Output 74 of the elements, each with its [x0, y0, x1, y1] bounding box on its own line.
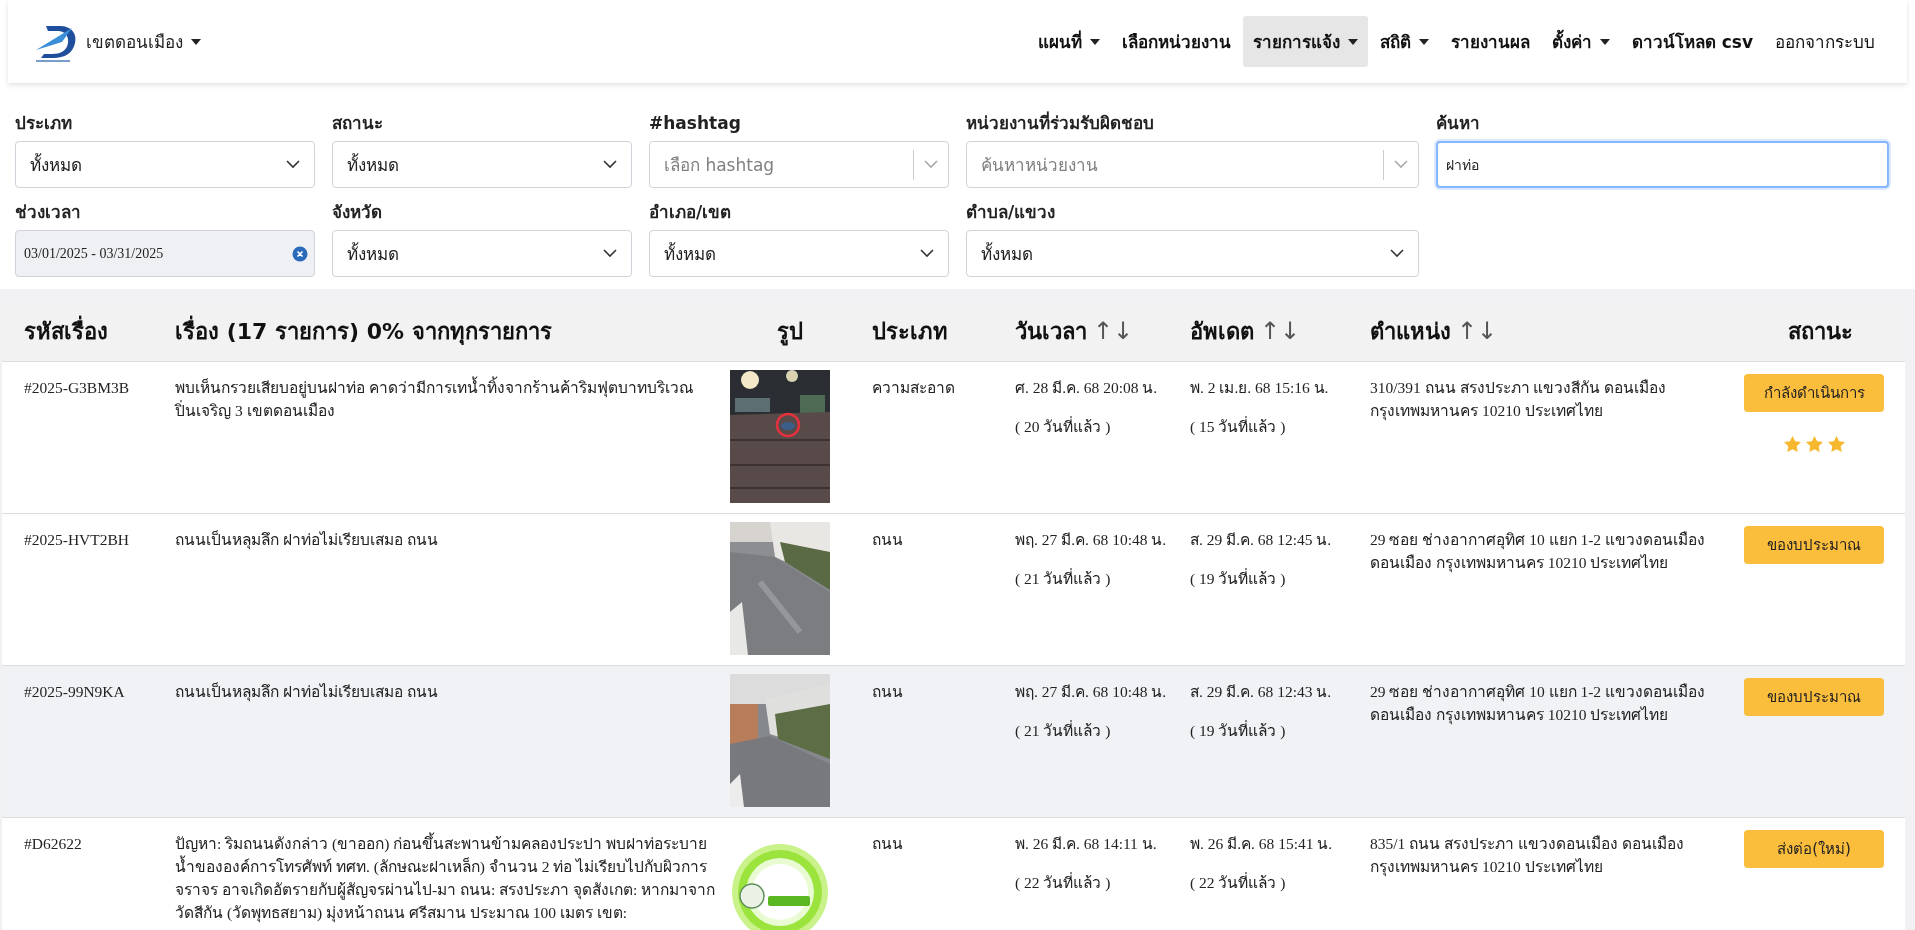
select-field[interactable]: ทั้งหมด — [332, 141, 632, 188]
status-button[interactable]: ของบประมาณ — [1744, 526, 1884, 564]
elapsed-text: ( 22 วันที่แล้ว ) — [1190, 871, 1287, 893]
column-header: สถานะ — [1787, 317, 1853, 346]
nav-item[interactable]: แผนที่ — [1027, 16, 1110, 67]
district-dropdown[interactable]: เขตดอนเมือง — [32, 15, 201, 68]
report-code: #2025-HVT2BH — [24, 530, 131, 550]
report-code: #D62622 — [24, 834, 83, 854]
search-field[interactable]: ฝาท่อ — [1436, 141, 1889, 188]
elapsed-text: ( 20 วันที่แล้ว ) — [1015, 415, 1112, 437]
location-text: 29 ซอย ช่างอากาศอุทิศ 10 แยก 1-2 แขวงดอนเมือง ดอนเมือง กรุงเทพมหานคร 10210 ประเทศไทย — [1370, 682, 1706, 726]
nav-item[interactable]: สถิติ — [1369, 16, 1439, 67]
date-text: พฤ. 27 มี.ค. 68 10:48 น. — [1015, 682, 1168, 702]
column-header: ประเภท — [872, 317, 948, 346]
report-title: พบเห็นกรวยเสียบอยู่บนฝาท่อ คาดว่ามีการเทน้ำทิ้งจากร้านค้าริมฟุตบาทบริเวณ ปิ่นเจริญ 3 เขตดอนเมือง — [175, 376, 716, 422]
category-text: ถนน — [872, 530, 904, 550]
nav-item[interactable]: ดาวน์โหลด csv — [1621, 16, 1763, 67]
status-button[interactable]: ของบประมาณ — [1744, 678, 1884, 716]
column-header: ตำแหน่ง — [1370, 317, 1451, 346]
filter-label: อำเภอ/เขต — [649, 201, 733, 224]
nav-item[interactable]: ออกจากระบบ — [1765, 16, 1885, 67]
column-header: เรื่อง (17 รายการ) 0% จากทุกรายการ — [175, 313, 552, 349]
filter-label: #hashtag — [649, 112, 742, 135]
sort-toggle[interactable]: ↑↓ — [1260, 317, 1301, 345]
report-title: ปัญหา: ริมถนนดังกล่าว (ขาออก) ก่อนขึ้นสะพานข้ามคลองประปา พบฝาท่อระบายน้ำขององค์การโทรศัพท์ ทศท. (ลักษณะฝาเหล็ก) จำนวน 2 ท่อ ไม่เรียบไปกับผิวการจราจร อาจเกิดอัตรายกับผู้สัญจรผ่านไป-มา ถนน: สรงประภา จุดสังเกต: หากมาจากวัดสีกัน (วัดพุทธสยาม) มุ่งหน้าถนน ศรีสมาน ประมาณ 100 เมตร เขต: — [175, 832, 716, 924]
column-header: รูป — [777, 317, 803, 348]
filter-label: หน่วยงานที่ร่วมรับผิดชอบ — [966, 111, 1155, 135]
sort-toggle[interactable]: ↑↓ — [1093, 317, 1134, 345]
nav-item[interactable]: รายการแจ้ง — [1242, 16, 1368, 67]
elapsed-text: ( 21 วันที่แล้ว ) — [1015, 719, 1112, 741]
nav-item[interactable]: รายงานผล — [1440, 16, 1540, 67]
elapsed-text: ( 19 วันที่แล้ว ) — [1190, 567, 1287, 589]
column-header: วันเวลา — [1015, 317, 1087, 346]
select-field[interactable]: ทั้งหมด — [649, 230, 949, 277]
date-text: พ. 26 มี.ค. 68 15:41 น. — [1190, 834, 1334, 854]
report-title: ถนนเป็นหลุมลึก ฝาท่อไม่เรียบเสมอ ถนน — [175, 681, 439, 703]
location-text: 310/391 ถนน สรงประภา แขวงสีกัน ดอนเมือง กรุงเทพมหานคร 10210 ประเทศไทย — [1370, 378, 1668, 422]
status-button[interactable]: กำลังดำเนินการ — [1744, 374, 1884, 412]
select-field[interactable]: ทั้งหมด — [332, 230, 632, 277]
date-text: ศ. 28 มี.ค. 68 20:08 น. — [1015, 378, 1159, 398]
status-button[interactable]: ส่งต่อ(ใหม่) — [1744, 830, 1884, 868]
date-text: ส. 29 มี.ค. 68 12:45 น. — [1190, 530, 1333, 550]
elapsed-text: ( 21 วันที่แล้ว ) — [1015, 567, 1112, 589]
report-title: ถนนเป็นหลุมลึก ฝาท่อไม่เรียบเสมอ ถนน — [175, 529, 439, 551]
date-range-field[interactable]: 03/01/2025 - 03/31/2025 — [15, 230, 315, 277]
filter-label: ตำบล/แขวง — [966, 201, 1057, 224]
elapsed-text: ( 22 วันที่แล้ว ) — [1015, 871, 1112, 893]
select-field[interactable]: เลือก hashtag — [649, 141, 949, 188]
filter-label: จังหวัด — [332, 201, 383, 224]
date-text: พฤ. 27 มี.ค. 68 10:48 น. — [1015, 530, 1168, 550]
category-text: ความสะอาด — [872, 378, 956, 398]
location-text: 835/1 ถนน สรงประภา แขวงดอนเมือง ดอนเมือง กรุงเทพมหานคร 10210 ประเทศไทย — [1370, 834, 1685, 878]
filter-label: สถานะ — [332, 112, 384, 135]
date-text: พ. 26 มี.ค. 68 14:11 น. — [1015, 834, 1158, 854]
date-text: พ. 2 เม.ย. 68 15:16 น. — [1190, 378, 1330, 398]
elapsed-text: ( 19 วันที่แล้ว ) — [1190, 719, 1287, 741]
select-field[interactable]: ค้นหาหน่วยงาน — [966, 141, 1419, 188]
sort-toggle[interactable]: ↑↓ — [1457, 317, 1498, 345]
elapsed-text: ( 15 วันที่แล้ว ) — [1190, 415, 1287, 437]
category-text: ถนน — [872, 682, 904, 702]
nav-item[interactable]: ตั้งค่า — [1541, 16, 1620, 67]
date-text: ส. 29 มี.ค. 68 12:43 น. — [1190, 682, 1333, 702]
filter-label: ค้นหา — [1436, 112, 1481, 135]
nav-item[interactable]: เลือกหน่วยงาน — [1111, 16, 1241, 67]
report-code: #2025-99N9KA — [24, 682, 126, 702]
filter-label: ประเภท — [15, 112, 73, 135]
location-text: 29 ซอย ช่างอากาศอุทิศ 10 แยก 1-2 แขวงดอนเมือง ดอนเมือง กรุงเทพมหานคร 10210 ประเทศไทย — [1370, 530, 1706, 574]
category-text: ถนน — [872, 834, 904, 854]
column-header: อัพเดต — [1190, 317, 1254, 346]
report-code: #2025-G3BM3B — [24, 378, 131, 398]
filter-label: ช่วงเวลา — [15, 201, 82, 224]
select-field[interactable]: ทั้งหมด — [15, 141, 315, 188]
column-header: รหัสเรื่อง — [24, 313, 108, 349]
select-field[interactable]: ทั้งหมด — [966, 230, 1419, 277]
